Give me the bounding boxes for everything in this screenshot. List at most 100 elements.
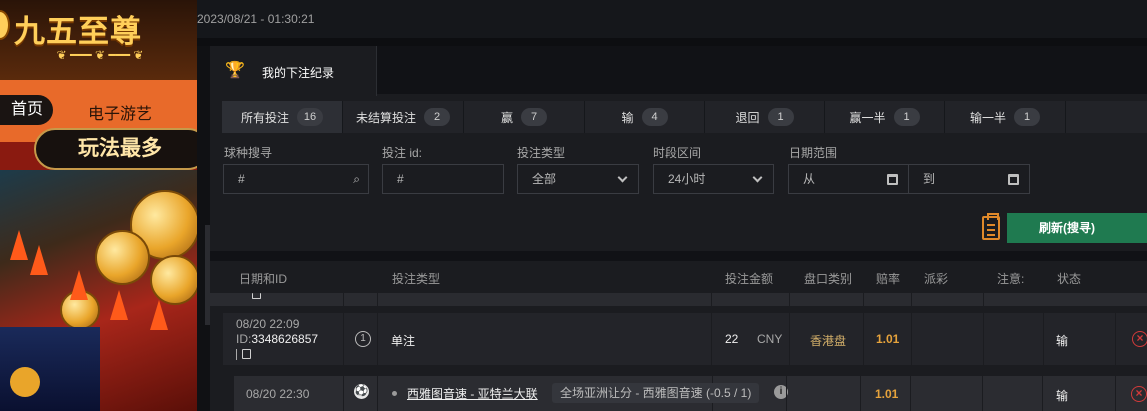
bet-id-prefix: ID: [236, 332, 252, 346]
bet-id-label: 投注 id: [382, 146, 423, 160]
copy-id [236, 347, 252, 361]
bet-odds: 1.01 [876, 332, 900, 346]
filter-tab-half-won[interactable]: 赢一半 1 [825, 101, 945, 133]
period-label: 时段区间 [653, 146, 702, 160]
bet-id-input[interactable]: # [382, 164, 504, 194]
clipboard-icon[interactable] [982, 213, 1000, 240]
screen: 九五至尊 ❦ ━━━ ❦ ━━━ ❦ 首页 电子游艺 玩法最多 2023/08/… [0, 0, 1147, 411]
selection-status: 输 [1056, 389, 1069, 403]
filter-tab-count: 16 [297, 108, 323, 126]
bet-index-icon: 1 [355, 331, 371, 347]
cell-status: 输 [1043, 376, 1116, 411]
col-amount: 投注金额 [725, 272, 774, 286]
bet-status: 输 [1056, 334, 1069, 348]
filter-tab-label: 输 [621, 110, 634, 125]
flame-icon [150, 300, 168, 330]
date-to-input[interactable]: 到 [908, 164, 1030, 194]
filter-tab-label: 未结算投注 [355, 110, 416, 125]
cell-status: 输 [1044, 313, 1116, 365]
filter-tab-count: 1 [1014, 108, 1040, 126]
search-icon[interactable]: ⌕ [353, 165, 360, 193]
flame-icon [10, 230, 28, 260]
table-row[interactable]: 08/20 22:09 ID:3348626857 1 单注 22 CNY 香港… [223, 313, 1147, 365]
bet-market: 香港盘 [810, 334, 847, 348]
bet-id: 3348626857 [251, 332, 319, 346]
coin-icon [10, 367, 40, 397]
brand-coin-icon [0, 10, 10, 40]
selection-time: 08/20 22:30 [246, 387, 310, 401]
cell-notes [984, 313, 1044, 365]
cancel-bet-icon[interactable]: × [1132, 331, 1147, 347]
cell-market [787, 376, 861, 411]
tab-my-bets[interactable]: 🏆 我的下注纪录 [210, 46, 377, 96]
match-link[interactable]: 西雅图音速 - 亚特兰大联 [407, 385, 538, 402]
cell-bet-type: 单注 [378, 313, 712, 365]
nav-home-link[interactable]: 首页 [0, 95, 53, 125]
cancel-selection-icon[interactable]: × [1131, 386, 1147, 402]
soccer-ball-icon: ⚽ [354, 384, 369, 399]
cell-notes [983, 376, 1043, 411]
period-select[interactable]: 24小时 [653, 164, 774, 194]
promo-banner[interactable]: 九五至尊 ❦ ━━━ ❦ ━━━ ❦ 首页 电子游艺 玩法最多 [0, 0, 197, 411]
panel-title: 我的下注纪录 [262, 66, 335, 80]
flame-icon [70, 270, 88, 300]
cell-index: 1 [344, 313, 378, 365]
cell-market: 香港盘 [790, 313, 864, 365]
copy-icon[interactable] [252, 293, 261, 299]
calendar-icon[interactable] [1008, 174, 1019, 185]
cell-payout [912, 313, 984, 365]
cell-amount: 22 CNY [712, 313, 790, 365]
selection-odds: 1.01 [875, 387, 899, 401]
brand-logo-text: 九五至尊 [14, 14, 142, 50]
bet-type-value: 全部 [532, 172, 557, 186]
filter-tab-won[interactable]: 赢 7 [464, 101, 585, 133]
table-divider [210, 251, 1147, 261]
cell-odds: 1.01 [861, 376, 911, 411]
promo-slogan-badge[interactable]: 玩法最多 [34, 128, 197, 170]
filter-tab-refund[interactable]: 退回 1 [705, 101, 825, 133]
date-from-input[interactable]: 从 [788, 164, 909, 194]
filter-tab-label: 输一半 [969, 110, 1006, 125]
bet-id-line: ID:3348626857 [236, 332, 318, 346]
refresh-search-button[interactable]: 刷新(搜寻) [1007, 213, 1147, 243]
sport-search-label: 球种搜寻 [224, 146, 273, 160]
promo-header: 九五至尊 ❦ ━━━ ❦ ━━━ ❦ [0, 0, 197, 80]
bet-id-value: # [397, 172, 404, 186]
filter-tab-label: 退回 [735, 110, 760, 125]
filter-tab-count: 1 [893, 108, 920, 126]
bet-type-select[interactable]: 全部 [517, 164, 639, 194]
sport-search-input[interactable]: # ⌕ [223, 164, 369, 194]
cell-odds: 1.01 [864, 313, 912, 365]
table-row-partial [210, 293, 1147, 306]
selection-row[interactable]: 08/20 22:30 ⚽ 西雅图音速 - 亚特兰大联 全场亚洲让分 - 西雅图… [234, 376, 1147, 411]
date-to-placeholder: 到 [923, 172, 936, 186]
filter-tab-count: 2 [424, 108, 450, 126]
filter-tab-unsettled[interactable]: 未结算投注 2 [343, 101, 464, 133]
cell-selection-time: 08/20 22:30 [234, 376, 344, 411]
gold-coin-icon [150, 255, 197, 305]
filter-tab-label: 赢 [500, 110, 513, 125]
bet-amount: 22 [725, 332, 739, 346]
bullet-dot [392, 391, 397, 396]
cell-selection: 西雅图音速 - 亚特兰大联 全场亚洲让分 - 西雅图音速 (-0.5 / 1) … [378, 376, 788, 411]
period-value: 24小时 [668, 172, 706, 186]
filter-tab-all[interactable]: 所有投注 16 [222, 101, 343, 133]
filter-tab-count: 7 [521, 108, 547, 126]
status-filter-tabs: 所有投注 16 未结算投注 2 赢 7 输 4 退回 1 赢一半 1 输一半 1 [222, 101, 1147, 133]
chevron-down-icon [617, 172, 628, 183]
col-notes: 注意: [997, 272, 1025, 286]
game-thumbnail[interactable] [0, 327, 100, 411]
filter-tab-count: 4 [641, 108, 668, 126]
top-bar: 2023/08/21 - 01:30:21 [197, 0, 1147, 38]
filter-tab-half-lost[interactable]: 输一半 1 [945, 101, 1066, 133]
copy-icon[interactable] [242, 349, 252, 359]
filter-tab-label: 赢一半 [849, 110, 886, 125]
ornament-icon: ❦ ━━━ ❦ ━━━ ❦ [56, 48, 144, 62]
calendar-icon[interactable] [887, 174, 898, 185]
filter-tab-lost[interactable]: 输 4 [585, 101, 705, 133]
nav-games-link[interactable]: 电子游艺 [88, 100, 152, 124]
cell-amount [713, 376, 787, 411]
cell-date-id: 08/20 22:09 ID:3348626857 [223, 313, 344, 365]
gold-coin-icon [95, 230, 150, 285]
flame-icon [110, 290, 128, 320]
